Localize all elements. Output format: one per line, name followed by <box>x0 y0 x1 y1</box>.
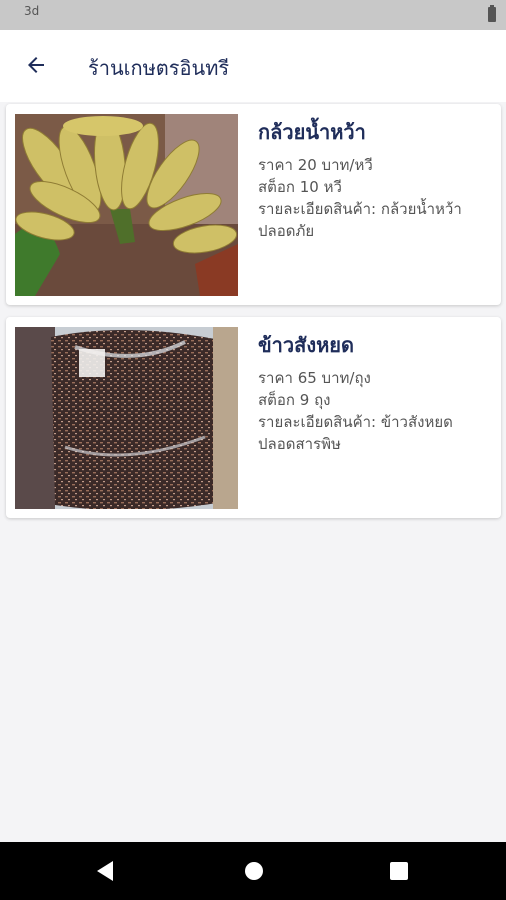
triangle-back-icon[interactable] <box>95 860 115 882</box>
circle-home-icon[interactable] <box>243 860 265 882</box>
product-card[interactable]: กล้วยน้ำหว้า ราคา 20 บาท/หวี สต็อก 10 หว… <box>6 104 501 305</box>
product-info: ข้าวสังหยด ราคา 65 บาท/ถุง สต็อก 9 ถุง ร… <box>258 329 493 455</box>
product-info: กล้วยน้ำหว้า ราคา 20 บาท/หวี สต็อก 10 หว… <box>258 116 493 242</box>
product-name: ข้าวสังหยด <box>258 333 354 357</box>
product-name: กล้วยน้ำหว้า <box>258 120 366 144</box>
status-time: 3d <box>24 4 40 18</box>
product-price: ราคา 65 บาท/ถุง <box>258 369 371 387</box>
product-stock: สต็อก 10 หวี <box>258 178 342 196</box>
product-list: กล้วยน้ำหว้า ราคา 20 บาท/หวี สต็อก 10 หว… <box>6 104 501 530</box>
rice-bag-photo <box>15 327 238 509</box>
product-stock: สต็อก 9 ถุง <box>258 391 331 409</box>
square-recent-icon[interactable] <box>389 860 409 882</box>
arrow-left-icon <box>28 57 44 73</box>
battery-icon <box>488 5 496 22</box>
status-bar: 3d <box>0 0 506 30</box>
system-nav-bar <box>0 842 506 900</box>
product-detail: รายละเอียดสินค้า: กล้วยน้ำหว้า ปลอดภัย <box>258 200 462 240</box>
app-bar: ร้านเกษตรอินทรี <box>0 30 506 102</box>
product-price: ราคา 20 บาท/หวี <box>258 156 373 174</box>
page-title: ร้านเกษตรอินทรี <box>88 56 230 80</box>
product-detail: รายละเอียดสินค้า: ข้าวสังหยด ปลอดสารพิษ <box>258 413 453 453</box>
banana-bunch-photo <box>15 114 238 296</box>
back-button[interactable] <box>18 47 54 83</box>
product-card[interactable]: ข้าวสังหยด ราคา 65 บาท/ถุง สต็อก 9 ถุง ร… <box>6 317 501 518</box>
